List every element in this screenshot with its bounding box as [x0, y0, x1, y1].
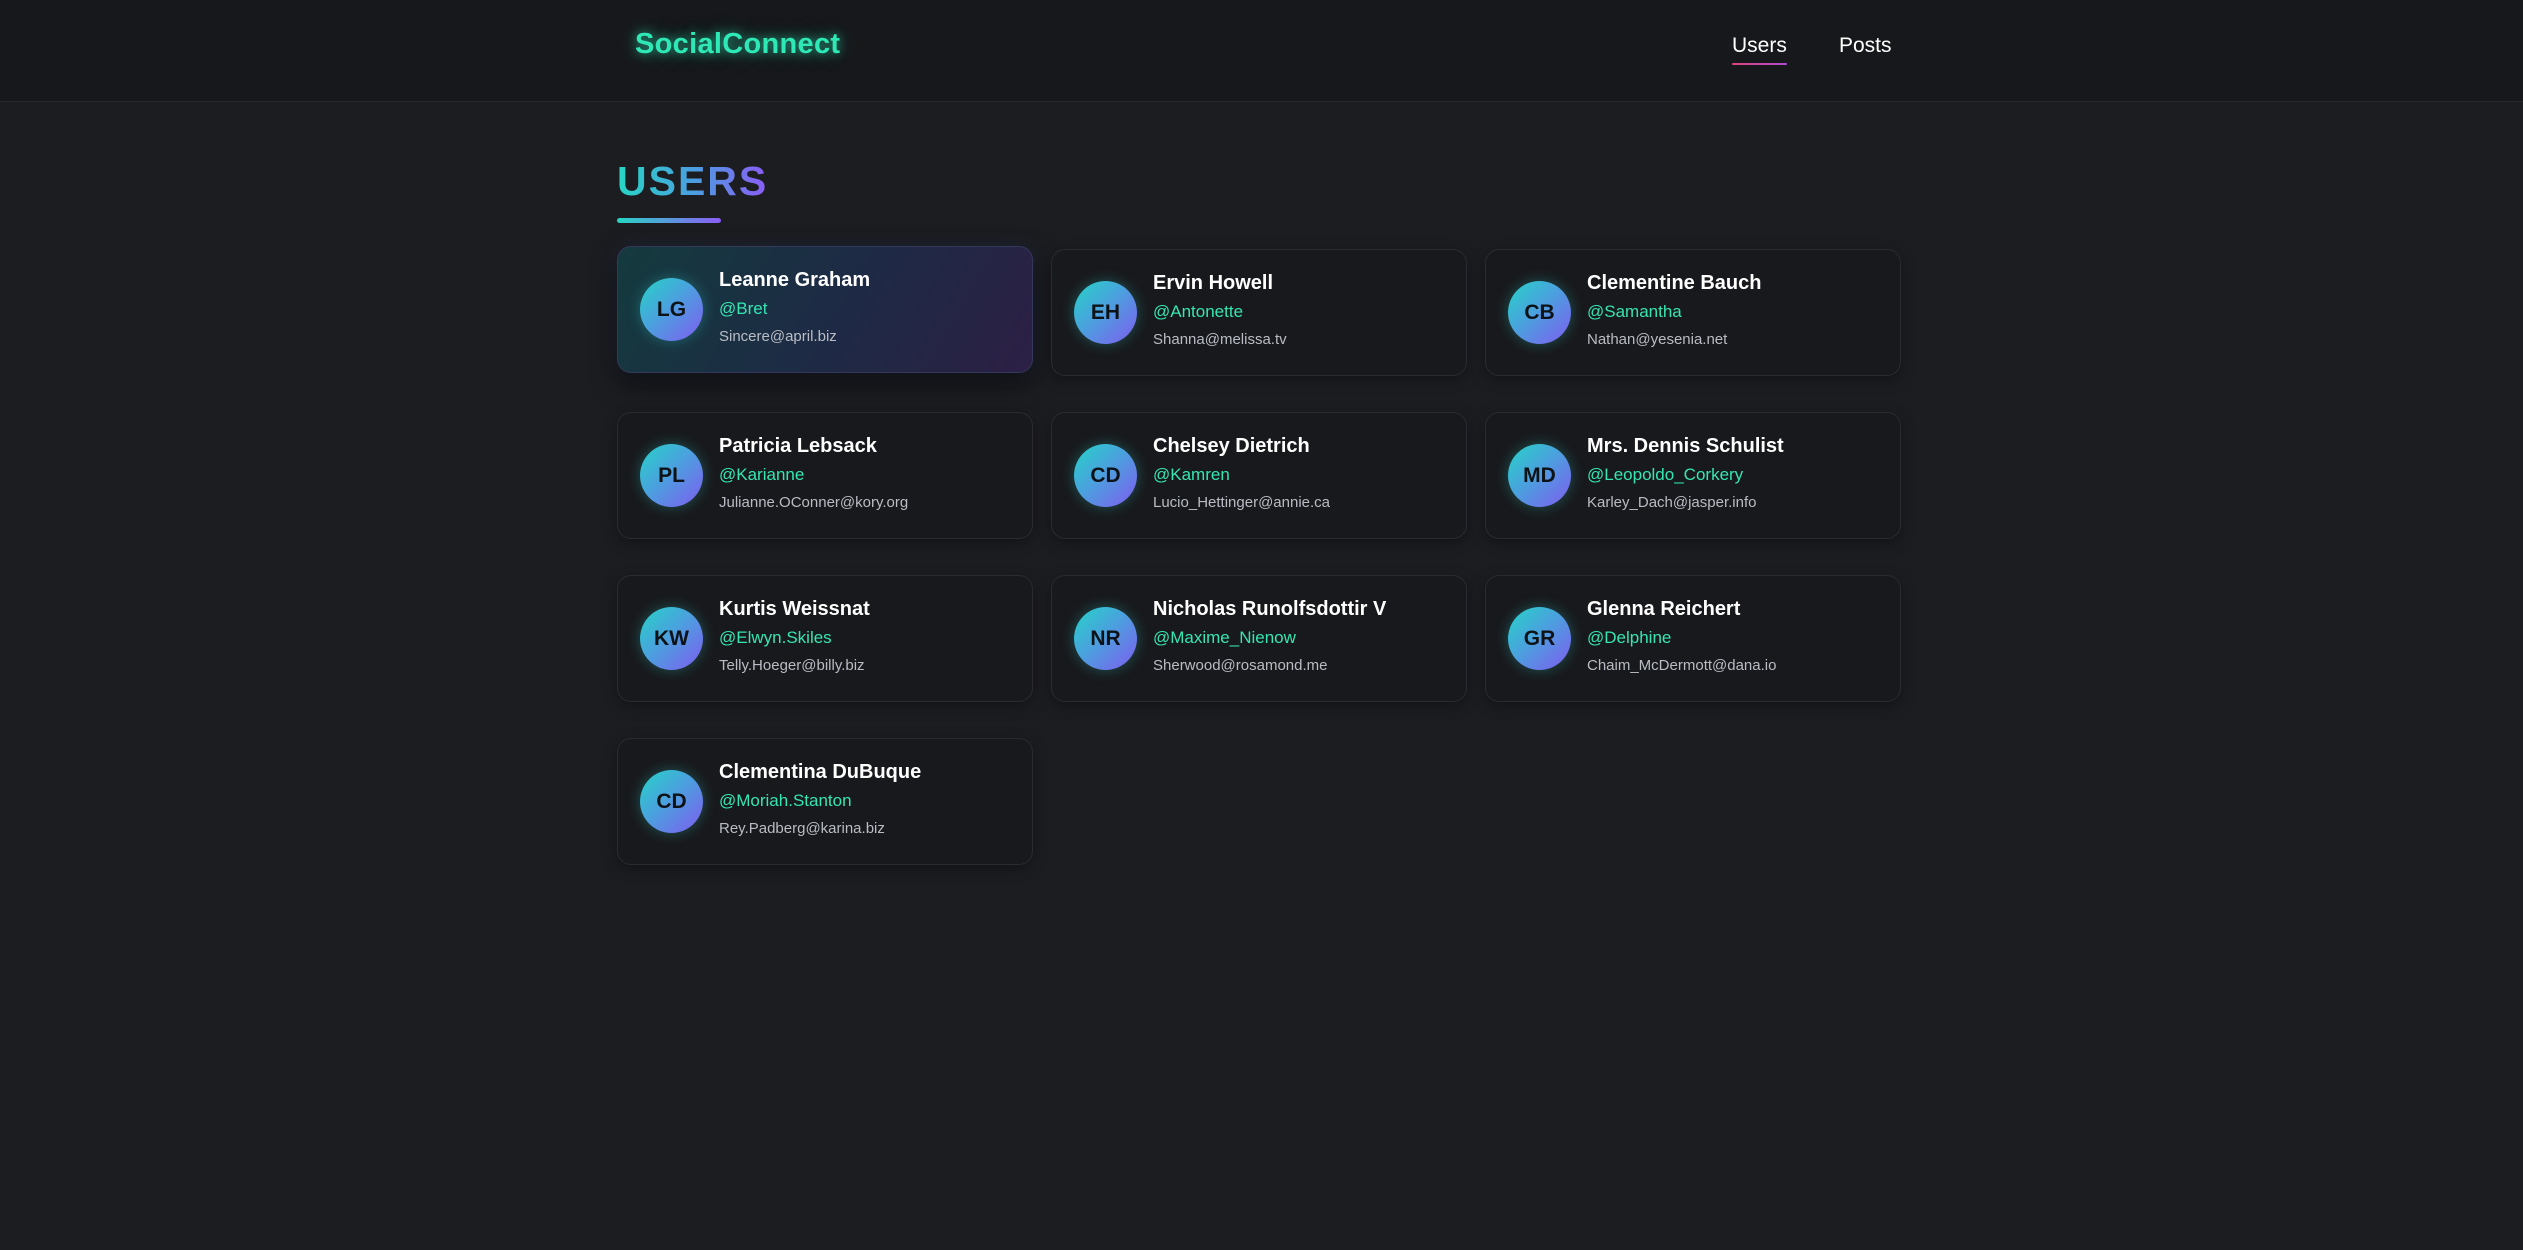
- avatar: MD: [1508, 444, 1571, 507]
- user-handle: @Bret: [719, 299, 768, 318]
- user-email: Nathan@yesenia.net: [1587, 331, 1728, 348]
- user-card[interactable]: CD Clementina DuBuque @Moriah.Stanton Re…: [617, 738, 1033, 865]
- user-name: Mrs. Dennis Schulist: [1587, 435, 1784, 457]
- avatar: PL: [640, 444, 703, 507]
- user-card[interactable]: EH Ervin Howell @Antonette Shanna@meliss…: [1051, 249, 1467, 376]
- user-email: Julianne.OConner@kory.org: [719, 494, 909, 511]
- avatar: GR: [1508, 607, 1571, 670]
- user-handle: @Samantha: [1587, 302, 1682, 321]
- user-card[interactable]: MD Mrs. Dennis Schulist @Leopoldo_Corker…: [1485, 412, 1901, 539]
- user-name: Patricia Lebsack: [719, 435, 877, 457]
- user-handle: @Kamren: [1153, 465, 1230, 484]
- user-name: Chelsey Dietrich: [1153, 435, 1310, 457]
- user-handle: @Karianne: [719, 465, 805, 484]
- user-handle: @Delphine: [1587, 628, 1672, 647]
- user-card[interactable]: PL Patricia Lebsack @Karianne Julianne.O…: [617, 412, 1033, 539]
- avatar: NR: [1074, 607, 1137, 670]
- user-name: Kurtis Weissnat: [719, 598, 870, 620]
- user-card[interactable]: CD Chelsey Dietrich @Kamren Lucio_Hettin…: [1051, 412, 1467, 539]
- nav-link-users[interactable]: Users: [1732, 34, 1787, 65]
- user-email: Lucio_Hettinger@annie.ca: [1153, 494, 1331, 511]
- user-handle: @Maxime_Nienow: [1153, 628, 1296, 647]
- user-handle: @Leopoldo_Corkery: [1587, 465, 1744, 484]
- title-underline: [617, 218, 721, 223]
- avatar: KW: [640, 607, 703, 670]
- user-name: Ervin Howell: [1153, 272, 1274, 294]
- user-email: Shanna@melissa.tv: [1153, 331, 1287, 348]
- user-email: Chaim_McDermott@dana.io: [1587, 657, 1777, 674]
- user-email: Karley_Dach@jasper.info: [1587, 494, 1757, 511]
- page-title: USERS: [617, 158, 769, 204]
- user-email: Telly.Hoeger@billy.biz: [719, 657, 865, 674]
- user-handle: @Antonette: [1153, 302, 1244, 321]
- user-card[interactable]: GR Glenna Reichert @Delphine Chaim_McDer…: [1485, 575, 1901, 702]
- user-email: Sincere@april.biz: [719, 328, 837, 345]
- avatar: CD: [640, 770, 703, 833]
- user-card[interactable]: CB Clementine Bauch @Samantha Nathan@yes…: [1485, 249, 1901, 376]
- user-name: Clementine Bauch: [1587, 272, 1762, 294]
- user-card[interactable]: LG Leanne Graham @Bret Sincere@april.biz: [617, 246, 1033, 373]
- user-email: Rey.Padberg@karina.biz: [719, 820, 885, 837]
- user-name: Glenna Reichert: [1587, 598, 1741, 620]
- top-navbar: SocialConnect Users Posts: [0, 0, 2523, 102]
- avatar: LG: [640, 278, 703, 341]
- user-card-grid: LG Leanne Graham @Bret Sincere@april.biz…: [617, 246, 1902, 865]
- avatar: CB: [1508, 281, 1571, 344]
- user-name: Leanne Graham: [719, 269, 871, 291]
- user-card[interactable]: NR Nicholas Runolfsdottir V @Maxime_Nien…: [1051, 575, 1467, 702]
- user-email: Sherwood@rosamond.me: [1153, 657, 1328, 674]
- nav-link-posts[interactable]: Posts: [1839, 34, 1892, 58]
- brand-logo[interactable]: SocialConnect: [635, 28, 840, 61]
- user-handle: @Elwyn.Skiles: [719, 628, 832, 647]
- avatar: EH: [1074, 281, 1137, 344]
- user-name: Clementina DuBuque: [719, 761, 922, 783]
- user-handle: @Moriah.Stanton: [719, 791, 852, 810]
- avatar: CD: [1074, 444, 1137, 507]
- user-name: Nicholas Runolfsdottir V: [1153, 598, 1387, 620]
- user-card[interactable]: KW Kurtis Weissnat @Elwyn.Skiles Telly.H…: [617, 575, 1033, 702]
